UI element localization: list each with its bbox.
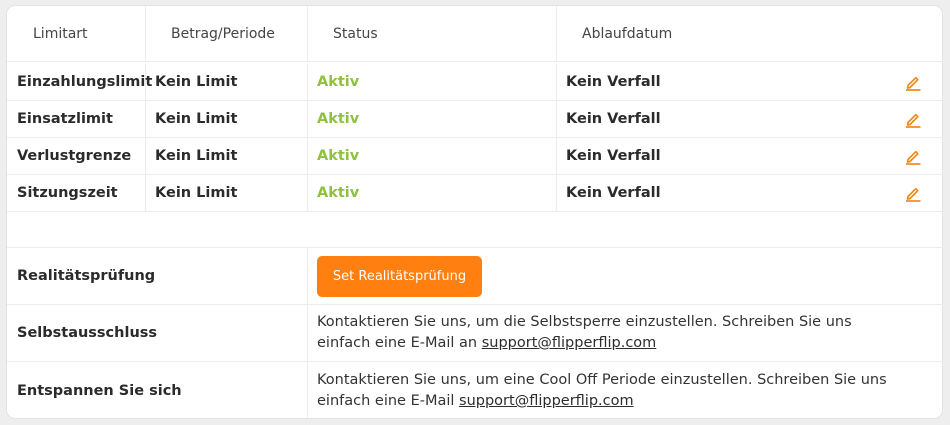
limit-type: Sitzungszeit	[7, 175, 146, 212]
table-row: Einzahlungslimit Kein Limit Aktiv Kein V…	[7, 64, 942, 101]
cool-off-paragraph: Kontaktieren Sie uns, um eine Cool Off P…	[317, 370, 904, 412]
cool-off-label: Entspannen Sie sich	[7, 362, 308, 418]
limit-amount: Kein Limit	[146, 64, 308, 101]
status-badge: Aktiv	[308, 64, 557, 101]
limit-expiry-text: Kein Verfall	[566, 74, 661, 90]
limit-type: Verlustgrenze	[7, 138, 146, 175]
limit-amount: Kein Limit	[146, 101, 308, 138]
column-header-limit-type: Limitart	[7, 6, 146, 62]
limit-amount: Kein Limit	[146, 175, 308, 212]
limit-expiry: Kein Verfall	[557, 101, 942, 138]
status-badge: Aktiv	[308, 101, 557, 138]
self-exclusion-text: Kontaktieren Sie uns, um die Selbstsperr…	[308, 305, 942, 362]
limits-table-header: Limitart Betrag/Periode Status Ablaufdat…	[7, 6, 942, 62]
table-row: Sitzungszeit Kein Limit Aktiv Kein Verfa…	[7, 175, 942, 212]
self-exclusion-paragraph: Kontaktieren Sie uns, um die Selbstsperr…	[317, 312, 904, 354]
column-header-status: Status	[308, 6, 557, 62]
table-row: Verlustgrenze Kein Limit Aktiv Kein Verf…	[7, 138, 942, 175]
self-exclusion-label: Selbstausschluss	[7, 305, 308, 362]
pencil-edit-icon[interactable]	[904, 73, 922, 91]
limit-type: Einsatzlimit	[7, 101, 146, 138]
limit-expiry: Kein Verfall	[557, 175, 942, 212]
limit-expiry-text: Kein Verfall	[566, 185, 661, 201]
limit-type: Einzahlungslimit	[7, 64, 152, 101]
status-badge: Aktiv	[308, 138, 557, 175]
responsible-gaming-card: Limitart Betrag/Periode Status Ablaufdat…	[6, 5, 943, 419]
cool-off-email-link[interactable]: support@flipperflip.com	[459, 393, 634, 409]
limit-expiry-text: Kein Verfall	[566, 148, 661, 164]
column-header-amount-period: Betrag/Periode	[146, 6, 308, 62]
reality-check-label: Realitätsprüfung	[7, 247, 308, 305]
reality-check-action: Set Realitätsprüfung	[308, 247, 942, 305]
table-row: Einsatzlimit Kein Limit Aktiv Kein Verfa…	[7, 101, 942, 138]
reality-check-row: Realitätsprüfung Set Realitätsprüfung	[7, 247, 942, 305]
cool-off-row: Entspannen Sie sich Kontaktieren Sie uns…	[7, 362, 942, 418]
limit-expiry: Kein Verfall	[557, 138, 942, 175]
limit-expiry: Kein Verfall	[557, 64, 942, 101]
limit-amount: Kein Limit	[146, 138, 308, 175]
pencil-edit-icon[interactable]	[904, 147, 922, 165]
limit-expiry-text: Kein Verfall	[566, 111, 661, 127]
self-exclusion-row: Selbstausschluss Kontaktieren Sie uns, u…	[7, 305, 942, 362]
self-exclusion-email-link[interactable]: support@flipperflip.com	[482, 335, 657, 351]
status-badge: Aktiv	[308, 175, 557, 212]
pencil-edit-icon[interactable]	[904, 184, 922, 202]
cool-off-text: Kontaktieren Sie uns, um eine Cool Off P…	[308, 362, 942, 418]
set-reality-check-button[interactable]: Set Realitätsprüfung	[317, 255, 482, 297]
pencil-edit-icon[interactable]	[904, 110, 922, 128]
column-header-expiry: Ablaufdatum	[557, 6, 942, 62]
